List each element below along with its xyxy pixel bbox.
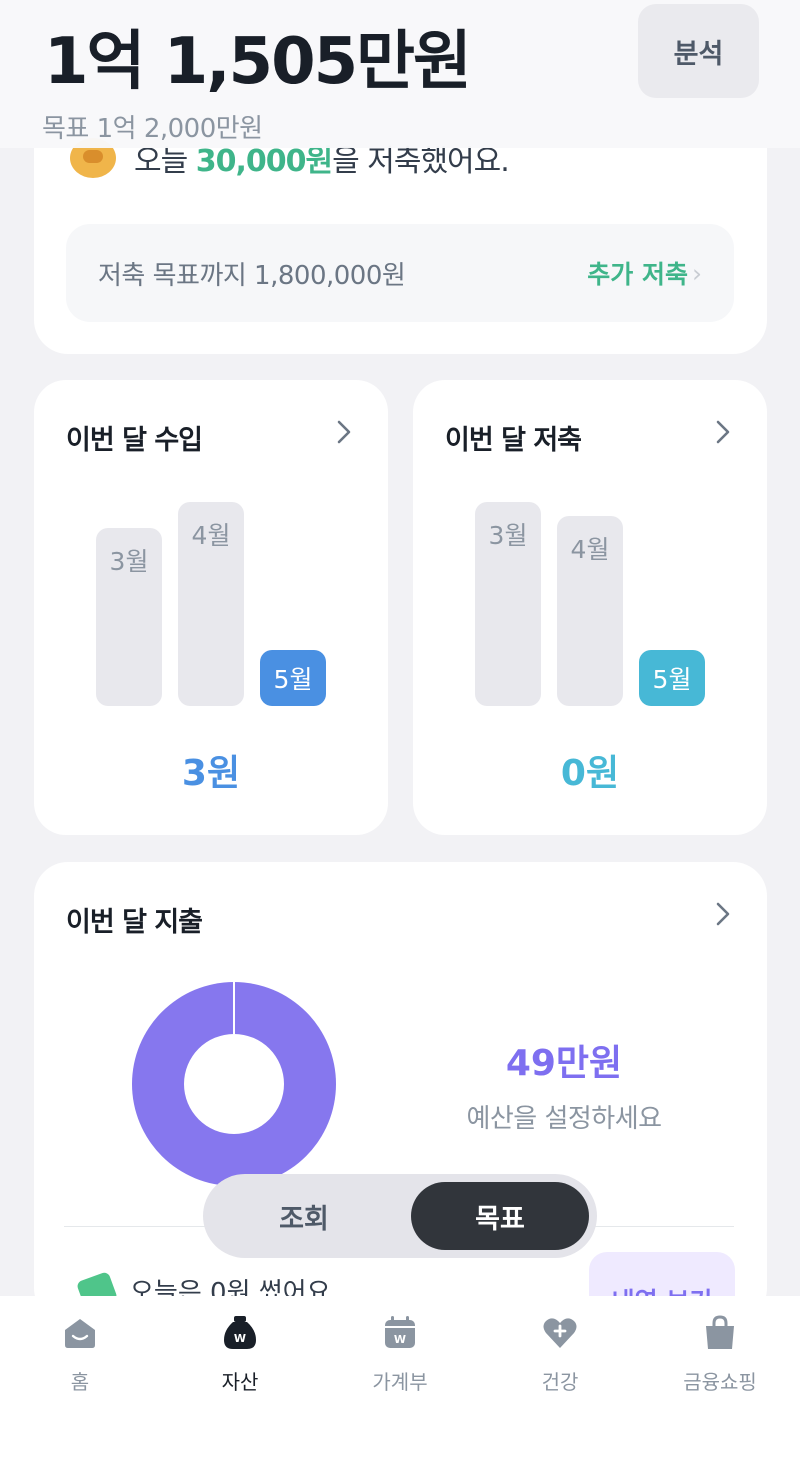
- asset-header: 1억 1,505만원 목표 1억 2,000만원 분석: [0, 0, 800, 148]
- income-bar-april-label: 4월: [191, 521, 231, 550]
- spending-card-title: 이번 달 지출: [66, 907, 203, 938]
- svg-text:W: W: [234, 1332, 246, 1345]
- income-bar-march: 3월: [96, 528, 162, 706]
- saving-card-title: 이번 달 저축: [445, 425, 582, 456]
- income-bar-may: 5월: [260, 650, 326, 706]
- saving-bar-april-label: 4월: [570, 535, 610, 564]
- view-mode-toggle: 조회 목표: [203, 1174, 597, 1258]
- tab-health[interactable]: 건강: [500, 1314, 620, 1395]
- income-card-title: 이번 달 수입: [66, 425, 203, 456]
- savings-message-suffix: 을 저축했어요.: [332, 144, 510, 179]
- chevron-right-icon: [716, 902, 730, 926]
- savings-message-prefix: 오늘: [134, 144, 188, 179]
- shopping-bag-icon: [706, 1315, 734, 1349]
- income-bar-april: 4월: [178, 502, 244, 706]
- income-bar-march-label: 3월: [109, 547, 149, 576]
- tab-assets-label: 자산: [221, 1370, 259, 1394]
- savings-goal-remaining: 저축 목표까지 1,800,000원: [98, 260, 406, 291]
- budget-prompt[interactable]: 예산을 설정하세요: [414, 1098, 714, 1135]
- bottom-tab-bar: 홈 W 자산 W 가계부 건강 금융쇼핑: [0, 1296, 800, 1464]
- savings-message-amount: 30,000원: [195, 144, 333, 179]
- chevron-right-icon: [716, 420, 730, 444]
- chevron-right-icon: ›: [692, 258, 702, 288]
- saving-bar-may: 5월: [639, 650, 705, 706]
- chevron-right-icon: [337, 420, 351, 444]
- income-bar-chart: 3월 4월 5월: [96, 500, 326, 706]
- tab-shopping[interactable]: 금융쇼핑: [660, 1314, 780, 1395]
- svg-text:W: W: [394, 1333, 406, 1346]
- tab-ledger-label: 가계부: [372, 1370, 428, 1394]
- spending-donut-chart: [132, 982, 336, 1186]
- income-bar-may-label: 5월: [273, 665, 313, 694]
- saving-bar-may-label: 5월: [652, 665, 692, 694]
- total-assets: 1억 1,505만원: [44, 25, 472, 99]
- tab-health-label: 건강: [541, 1370, 579, 1394]
- calendar-icon: W: [385, 1316, 415, 1348]
- segment-view[interactable]: 조회: [211, 1182, 397, 1250]
- tab-assets[interactable]: W 자산: [180, 1314, 300, 1395]
- tab-home-label: 홈: [70, 1370, 90, 1394]
- saving-bar-march: 3월: [475, 502, 541, 706]
- extra-saving-link[interactable]: 추가 저축 ›: [587, 255, 702, 291]
- money-bag-icon: W: [224, 1316, 256, 1349]
- savings-goal-box[interactable]: 저축 목표까지 1,800,000원 추가 저축 ›: [66, 224, 734, 322]
- extra-saving-label: 추가 저축: [587, 260, 688, 289]
- spending-amount: 49만원: [505, 1043, 623, 1084]
- saving-bar-march-label: 3월: [488, 521, 528, 550]
- income-card[interactable]: 이번 달 수입 3월 4월 5월 3원: [34, 380, 388, 835]
- tab-ledger[interactable]: W 가계부: [340, 1314, 460, 1395]
- monthly-saving-card[interactable]: 이번 달 저축 3월 4월 5월 0원: [413, 380, 767, 835]
- saving-bar-chart: 3월 4월 5월: [475, 500, 705, 706]
- segment-goal[interactable]: 목표: [411, 1182, 589, 1250]
- asset-goal: 목표 1억 2,000만원: [42, 114, 263, 144]
- home-icon: [65, 1319, 95, 1348]
- saving-amount: 0원: [560, 753, 620, 794]
- heart-plus-icon: [543, 1318, 577, 1348]
- tab-shopping-label: 금융쇼핑: [683, 1370, 757, 1394]
- income-amount: 3원: [181, 753, 241, 794]
- tab-home[interactable]: 홈: [20, 1314, 140, 1395]
- saving-bar-april: 4월: [557, 516, 623, 706]
- analysis-button[interactable]: 분석: [638, 4, 759, 98]
